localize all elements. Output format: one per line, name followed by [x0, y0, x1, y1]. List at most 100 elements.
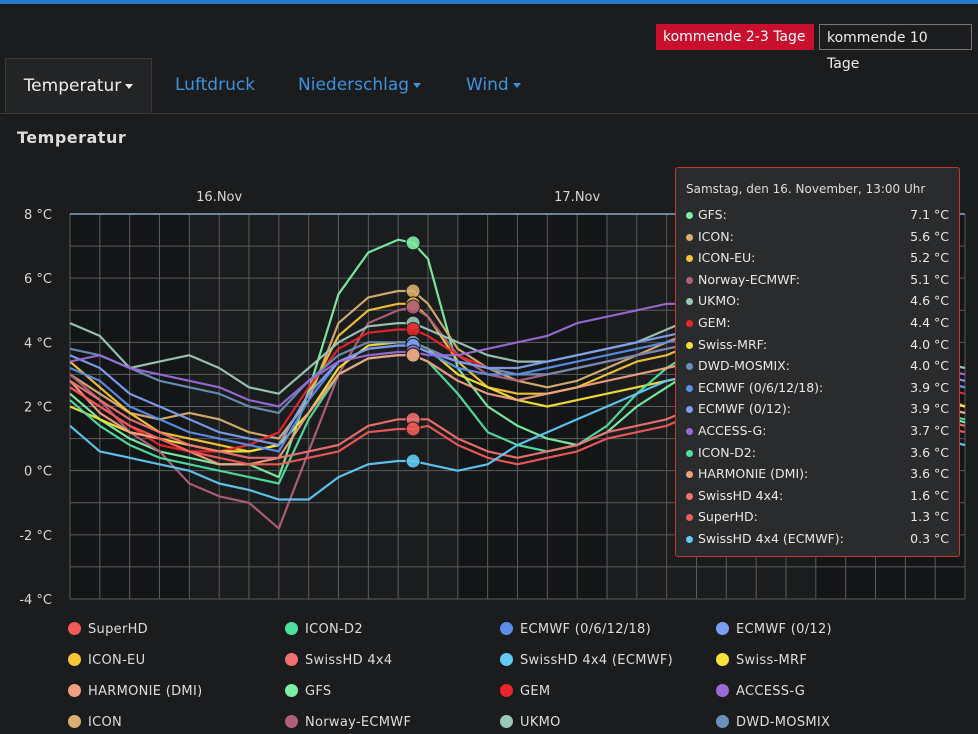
y-tick-label: 4 °C [24, 336, 52, 351]
tab-luftdruck-label: Luftdruck [175, 75, 256, 95]
legend-item[interactable]: ACCESS-G [716, 682, 805, 702]
series-dot-icon [686, 298, 693, 306]
chevron-down-icon [512, 82, 521, 88]
legend-dot-icon [500, 621, 513, 635]
series-dot-icon [686, 212, 693, 219]
legend-item[interactable]: GEM [500, 682, 550, 702]
range-2-3-days-button[interactable]: kommende 2-3 Tage [656, 24, 814, 50]
legend-item[interactable]: ECMWF (0/6/12/18) [500, 620, 651, 640]
legend-label: Swiss-MRF [736, 653, 808, 668]
legend-label: SwissHD 4x4 (ECMWF) [520, 653, 674, 668]
tooltip-row: ICON-EU: 5.2 °C [686, 247, 949, 269]
y-tick-label: 8 °C [24, 208, 52, 223]
legend-item[interactable]: ICON-D2 [285, 620, 363, 640]
tooltip-series-value: 5.1 °C [910, 271, 949, 287]
legend-item[interactable]: ICON [68, 713, 122, 733]
tab-niederschlag[interactable]: Niederschlag [298, 58, 422, 113]
legend-label: GEM [520, 684, 551, 699]
highlight-point [405, 347, 421, 363]
tab-luftdruck[interactable]: Luftdruck [175, 58, 255, 113]
tooltip-row: Swiss-MRF: 4.0 °C [686, 334, 949, 356]
legend-item[interactable]: SwissHD 4x4 [285, 651, 393, 671]
series-dot-icon [686, 514, 693, 522]
chart-tooltip: Samstag, den 16. November, 13:00 Uhr GFS… [675, 167, 960, 557]
tooltip-series-value: 1.3 °C [910, 509, 949, 525]
tooltip-row: ICON-D2: 3.6 °C [686, 442, 949, 464]
day-label: 16.Nov [196, 190, 242, 205]
y-tick-label: 0 °C [24, 465, 52, 480]
tooltip-series-value: 3.6 °C [910, 444, 949, 460]
series-dot-icon [686, 449, 693, 457]
tooltip-series-value: 3.6 °C [910, 466, 949, 482]
tooltip-series-name: GFS: [698, 207, 727, 222]
series-dot-icon [686, 406, 693, 414]
legend-label: UKMO [520, 715, 561, 730]
legend-dot-icon [500, 714, 513, 728]
legend-item[interactable]: UKMO [500, 713, 561, 733]
legend-item[interactable]: SwissHD 4x4 (ECMWF) [500, 651, 673, 671]
highlight-point [405, 299, 421, 315]
legend-dot-icon [716, 621, 729, 635]
legend-dot-icon [285, 621, 298, 635]
tooltip-series-value: 5.6 °C [910, 228, 949, 244]
tab-temperatur[interactable]: Temperatur [5, 58, 152, 113]
tab-niederschlag-label: Niederschlag [298, 75, 410, 95]
tooltip-series-value: 4.6 °C [910, 293, 949, 309]
legend-dot-icon [68, 621, 81, 635]
series-dot-icon [686, 427, 693, 435]
chevron-down-icon [413, 82, 422, 88]
tooltip-series-value: 4.0 °C [910, 358, 949, 374]
legend-item[interactable]: GFS [285, 682, 331, 702]
tooltip-series-name: ECMWF (0/6/12/18): [698, 379, 824, 395]
highlight-point [405, 283, 421, 299]
series-dot-icon [686, 535, 693, 543]
legend-dot-icon [716, 714, 729, 728]
legend-dot-icon [716, 683, 729, 697]
tooltip-row: ECMWF (0/6/12/18): 3.9 °C [686, 377, 949, 399]
y-tick-label: -4 °C [19, 593, 52, 608]
legend-item[interactable]: DWD-MOSMIX [716, 713, 830, 733]
tooltip-rows: GFS: 7.1 °C ICON: 5.6 °C ICON-EU: 5.2 °C Norwa… [686, 204, 949, 550]
tooltip-series-value: 7.1 °C [910, 207, 949, 222]
tab-wind-label: Wind [466, 75, 509, 95]
tooltip-series-name: ICON-EU: [698, 250, 756, 266]
legend-item[interactable]: SuperHD [68, 620, 148, 640]
legend-item[interactable]: ECMWF (0/12) [716, 620, 832, 640]
legend-dot-icon [285, 683, 298, 697]
tooltip-series-value: 3.9 °C [910, 401, 949, 417]
highlight-point [405, 453, 421, 469]
legend-label: ECMWF (0/12) [736, 622, 832, 637]
tab-wind[interactable]: Wind [466, 58, 521, 113]
tooltip-series-value: 4.4 °C [910, 314, 949, 330]
tooltip-row: HARMONIE (DMI): 3.6 °C [686, 463, 949, 485]
chart-legend: SuperHD ICON-D2 ECMWF (0/6/12/18) ECMWF (0/… [0, 615, 978, 734]
tooltip-series-name: Swiss-MRF: [698, 336, 768, 352]
tooltip-series-name: DWD-MOSMIX: [698, 358, 790, 374]
legend-label: SuperHD [88, 622, 148, 637]
tooltip-series-name: SwissHD 4x4 (ECMWF): [698, 530, 844, 546]
legend-label: HARMONIE (DMI) [88, 684, 203, 699]
tooltip-row: SwissHD 4x4: 1.6 °C [686, 485, 949, 507]
tooltip-row: GEM: 4.4 °C [686, 312, 949, 334]
tooltip-series-value: 3.7 °C [910, 422, 949, 438]
legend-item[interactable]: HARMONIE (DMI) [68, 682, 202, 702]
tooltip-series-value: 4.0 °C [910, 336, 949, 352]
legend-dot-icon [68, 683, 81, 697]
tooltip-row: Norway-ECMWF: 5.1 °C [686, 269, 949, 291]
tooltip-row: ECMWF (0/12): 3.9 °C [686, 398, 949, 420]
legend-label: DWD-MOSMIX [736, 715, 831, 730]
legend-label: ICON-EU [88, 653, 146, 668]
tooltip-series-name: Norway-ECMWF: [698, 271, 800, 287]
tooltip-series-name: UKMO: [698, 293, 740, 309]
range-10-days-button[interactable]: kommende 10 Tage [819, 24, 972, 72]
series-dot-icon [686, 492, 693, 500]
legend-item[interactable]: Swiss-MRF [716, 651, 807, 671]
legend-dot-icon [716, 652, 729, 666]
series-dot-icon [686, 341, 693, 349]
legend-item[interactable]: Norway-ECMWF [285, 713, 411, 733]
series-dot-icon [686, 384, 693, 392]
legend-dot-icon [285, 714, 298, 728]
legend-item[interactable]: ICON-EU [68, 651, 145, 671]
tooltip-series-name: ECMWF (0/12): [698, 401, 791, 417]
series-dot-icon [686, 319, 693, 327]
